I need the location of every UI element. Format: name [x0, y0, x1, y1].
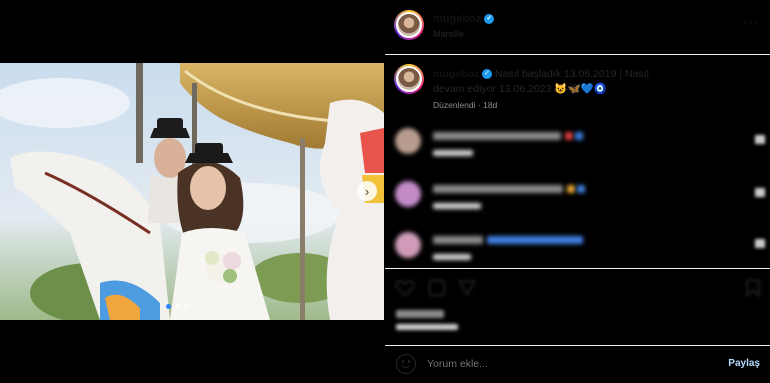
caption-username[interactable]: mugeboz — [433, 68, 479, 80]
post-age: 18d — [483, 100, 498, 110]
chevron-right-icon: › — [364, 183, 370, 199]
caption-emoji: 😺🦋💙🧿 — [554, 83, 607, 95]
post-actions — [395, 276, 765, 300]
comment-emoji — [575, 132, 583, 140]
bookmark-icon[interactable] — [743, 278, 763, 298]
comment-emoji — [565, 132, 573, 140]
commenter-avatar[interactable] — [395, 181, 421, 207]
comment-text — [433, 236, 483, 244]
comment-text — [433, 185, 563, 193]
header-divider — [385, 54, 770, 55]
more-options-icon[interactable]: ··· — [743, 14, 760, 30]
post-comment-button[interactable]: Paylaş — [728, 358, 760, 369]
share-icon[interactable] — [457, 278, 477, 298]
post-media-panel: › — [0, 0, 384, 383]
comment-emoji — [487, 236, 583, 244]
comment-emoji — [567, 185, 575, 193]
smile-icon[interactable] — [396, 354, 416, 374]
carousel-indicator — [166, 304, 189, 309]
comment-item — [395, 128, 770, 162]
comment-meta — [433, 254, 471, 260]
add-comment-bar: Paylaş — [385, 345, 770, 383]
comment-meta — [433, 150, 473, 156]
carousel-dot — [175, 304, 180, 309]
author-username[interactable]: mugeboz ✓ — [433, 13, 495, 25]
instagram-post-modal: › mugeboz ✓ Marsille ··· mugeboz ✓ Nasıl b… — [0, 0, 770, 383]
post-location[interactable]: Marsille — [433, 29, 464, 39]
comment-text — [433, 132, 561, 140]
comment-item — [395, 181, 770, 215]
commenter-avatar[interactable] — [395, 128, 421, 154]
comment-icon[interactable] — [427, 278, 447, 298]
carousel-dot — [184, 304, 189, 309]
verified-badge-icon: ✓ — [484, 14, 495, 25]
comment-like-heart-icon[interactable] — [755, 239, 765, 248]
comment-input[interactable] — [427, 355, 707, 373]
carousel-next-button[interactable]: › — [357, 181, 377, 201]
heart-icon[interactable] — [395, 278, 415, 298]
comment-meta — [433, 203, 481, 209]
carousel-dot — [166, 304, 171, 309]
post-caption: mugeboz ✓ Nasıl başladık 13.06.2019 | Nas… — [433, 67, 653, 97]
actions-divider — [385, 268, 770, 269]
caption-avatar[interactable] — [394, 64, 424, 94]
verified-badge-icon: ✓ — [482, 69, 493, 80]
carousel-photo-illustration — [0, 63, 384, 320]
caption-meta: Düzenlendi · 18d — [433, 100, 498, 110]
likes-count[interactable] — [396, 310, 444, 318]
edited-label: Düzenlendi — [433, 100, 476, 110]
commenter-avatar[interactable] — [395, 232, 421, 258]
comment-item — [395, 232, 770, 266]
comment-like-heart-icon[interactable] — [755, 188, 765, 197]
comment-like-heart-icon[interactable] — [755, 135, 765, 144]
author-avatar[interactable] — [394, 10, 424, 40]
post-photo[interactable] — [0, 63, 384, 320]
post-date — [396, 324, 458, 330]
comment-emoji — [577, 185, 585, 193]
